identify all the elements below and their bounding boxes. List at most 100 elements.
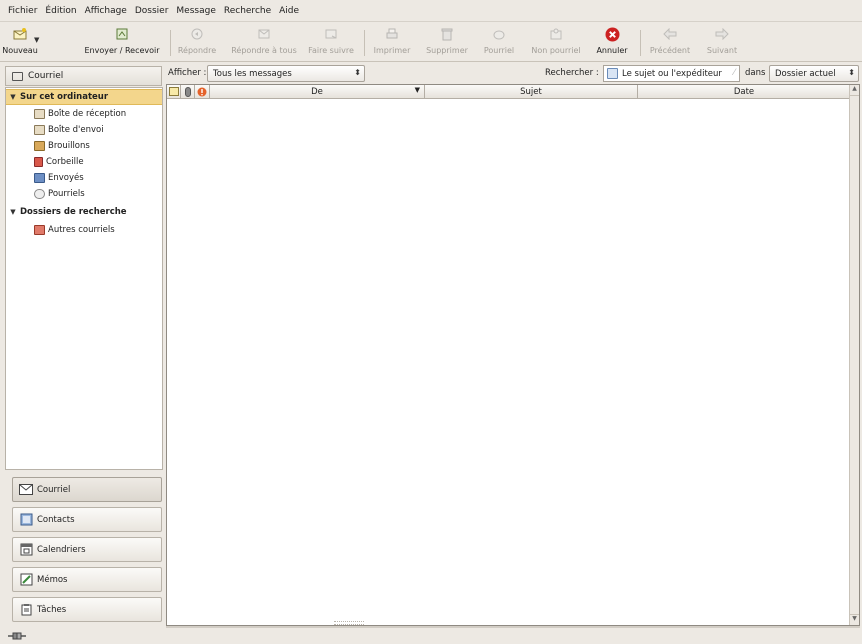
folder-label: Autres courriels	[48, 225, 115, 235]
scroll-down-icon[interactable]: ▼	[850, 614, 859, 625]
switcher-taches[interactable]: Tâches	[12, 597, 162, 622]
mail-icon	[19, 483, 33, 496]
next-label: Suivant	[706, 46, 738, 55]
folder-other-mail[interactable]: Autres courriels	[34, 222, 115, 238]
search-scope-value: Dossier actuel	[775, 68, 836, 79]
tree-group-local[interactable]: ▼ Sur cet ordinateur	[6, 89, 162, 105]
folder-sent[interactable]: Envoyés	[34, 170, 84, 186]
folder-junk[interactable]: Pourriels	[34, 186, 85, 202]
column-status[interactable]	[167, 85, 181, 99]
column-date[interactable]: Date	[638, 85, 850, 99]
search-folder-icon	[34, 225, 45, 235]
message-list[interactable]: De ▼ Sujet Date ▲ ▼	[166, 84, 860, 626]
tree-group-search-folders[interactable]: ▼ Dossiers de recherche	[6, 204, 162, 220]
inbox-icon	[34, 109, 45, 119]
column-from[interactable]: De ▼	[210, 85, 425, 99]
expander-icon[interactable]: ▼	[8, 208, 18, 216]
arrow-right-icon	[714, 26, 730, 42]
new-button[interactable]: Nouveau	[2, 22, 38, 62]
send-receive-button[interactable]: Envoyer / Recevoir	[80, 22, 164, 62]
important-icon	[197, 87, 207, 96]
menu-aide[interactable]: Aide	[275, 6, 303, 16]
tree-group-label: Sur cet ordinateur	[20, 92, 109, 102]
switcher-courriel[interactable]: Courriel	[12, 477, 162, 502]
in-label: dans	[745, 68, 766, 78]
print-label: Imprimer	[373, 46, 411, 55]
scroll-up-icon[interactable]: ▲	[850, 85, 859, 96]
switcher-label: Mémos	[37, 574, 68, 585]
menu-edition[interactable]: Édition	[41, 6, 80, 16]
menu-message[interactable]: Message	[172, 6, 219, 16]
not-junk-label: Non pourriel	[531, 46, 581, 55]
clear-search-icon[interactable]: ⁄	[733, 68, 735, 78]
cancel-button[interactable]: Annuler	[592, 22, 632, 62]
toolbar: Nouveau ▼ Envoyer / Recevoir Répondre Ré…	[0, 22, 862, 62]
forward-button[interactable]: Faire suivre	[304, 22, 358, 62]
memo-icon	[19, 573, 33, 586]
switcher-calendriers[interactable]: Calendriers	[12, 537, 162, 562]
drafts-icon	[34, 141, 45, 151]
reply-icon	[189, 26, 205, 42]
online-status-icon[interactable]	[8, 631, 26, 641]
contacts-icon	[19, 513, 33, 526]
send-receive-icon	[114, 26, 130, 42]
previous-label: Précédent	[649, 46, 691, 55]
folder-label: Pourriels	[48, 189, 85, 199]
menu-dossier[interactable]: Dossier	[131, 6, 173, 16]
reply-label: Répondre	[177, 46, 217, 55]
toolbar-separator	[364, 30, 365, 56]
search-scope-select[interactable]: Dossier actuel ⬍	[769, 65, 859, 82]
toolbar-separator	[170, 30, 171, 56]
envelope-icon	[168, 87, 179, 96]
menu-fichier[interactable]: Fichier	[4, 6, 41, 16]
expander-icon[interactable]: ▼	[8, 93, 18, 101]
outbox-icon	[34, 125, 45, 135]
folder-inbox[interactable]: Boîte de réception	[34, 106, 126, 122]
preview-pane-grip[interactable]	[334, 621, 364, 625]
printer-icon	[384, 26, 400, 42]
delete-button[interactable]: Supprimer	[422, 22, 472, 62]
search-input[interactable]: Le sujet ou l'expéditeur ⁄	[603, 65, 740, 82]
toolbar-separator	[640, 30, 641, 56]
show-filter-select[interactable]: Tous les messages ⬍	[207, 65, 365, 82]
column-subject[interactable]: Sujet	[425, 85, 638, 99]
switcher-memos[interactable]: Mémos	[12, 567, 162, 592]
reply-all-icon	[256, 26, 272, 42]
send-receive-label: Envoyer / Recevoir	[84, 46, 160, 55]
reply-all-button[interactable]: Répondre à tous	[226, 22, 302, 62]
mail-icon	[12, 71, 23, 81]
folder-label: Corbeille	[46, 157, 84, 167]
menu-affichage[interactable]: Affichage	[81, 6, 131, 16]
switcher-contacts[interactable]: Contacts	[12, 507, 162, 532]
menu-recherche[interactable]: Recherche	[220, 6, 275, 16]
not-junk-button[interactable]: Non pourriel	[527, 22, 585, 62]
combo-arrows-icon: ⬍	[848, 68, 855, 77]
cancel-label: Annuler	[596, 46, 628, 55]
folder-drafts[interactable]: Brouillons	[34, 138, 90, 154]
folder-tree: ▼ Sur cet ordinateur Boîte de réception …	[5, 87, 163, 470]
junk-button[interactable]: Pourriel	[479, 22, 519, 62]
previous-button[interactable]: Précédent	[646, 22, 694, 62]
next-button[interactable]: Suivant	[702, 22, 742, 62]
forward-icon	[323, 26, 339, 42]
print-button[interactable]: Imprimer	[370, 22, 414, 62]
menubar: Fichier Édition Affichage Dossier Messag…	[0, 0, 862, 22]
column-from-label: De	[311, 86, 323, 97]
search-label: Rechercher :	[545, 68, 599, 78]
folder-outbox[interactable]: Boîte d'envoi	[34, 122, 104, 138]
folder-label: Envoyés	[48, 173, 84, 183]
column-flag[interactable]	[195, 85, 210, 99]
folder-trash[interactable]: Corbeille	[34, 154, 84, 170]
sort-descending-icon: ▼	[414, 86, 420, 94]
switcher-label: Tâches	[37, 604, 67, 615]
vertical-scrollbar[interactable]: ▲ ▼	[849, 85, 859, 625]
tree-group-label: Dossiers de recherche	[20, 207, 127, 217]
new-dropdown-icon[interactable]: ▼	[34, 36, 39, 44]
new-mail-icon	[12, 26, 28, 42]
folder-label: Boîte d'envoi	[48, 125, 104, 135]
column-attachment[interactable]	[181, 85, 195, 99]
reply-button[interactable]: Répondre	[175, 22, 219, 62]
search-scope-icon[interactable]	[607, 68, 618, 79]
search-value: Le sujet ou l'expéditeur	[622, 68, 722, 79]
column-date-label: Date	[733, 86, 755, 97]
